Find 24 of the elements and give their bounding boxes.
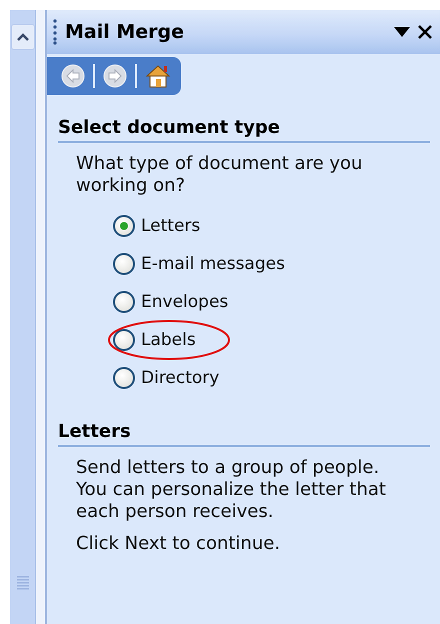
forward-icon[interactable] [103,64,127,88]
scroll-up-button[interactable] [10,24,34,50]
radio-button[interactable] [113,253,135,275]
description-text: Click Next to continue. [76,533,282,555]
grip-icon[interactable] [16,576,28,590]
home-icon[interactable] [145,63,171,89]
radio-button[interactable] [113,291,135,313]
pane-title: Mail Merge [65,21,186,43]
dropdown-button[interactable] [394,27,410,37]
radio-button[interactable] [113,367,135,389]
section-heading: Select document type [58,117,430,143]
radio-button[interactable] [113,215,135,237]
question-text: What type of document are you working on? [76,153,364,197]
close-button[interactable] [418,25,432,39]
radio-button[interactable] [113,329,135,351]
scrollbar[interactable] [10,10,36,624]
drag-handle-icon[interactable] [53,19,57,45]
radio-option[interactable]: Envelopes [113,289,228,315]
description-text: Send letters to a group of people. You can personalize the letter that each person receives. [76,457,387,523]
back-icon[interactable] [61,64,85,88]
radio-option[interactable]: E-mail messages [113,251,285,277]
section-heading: Letters [58,421,430,447]
radio-option[interactable]: Letters [113,213,200,239]
radio-option[interactable]: Directory [113,365,220,391]
